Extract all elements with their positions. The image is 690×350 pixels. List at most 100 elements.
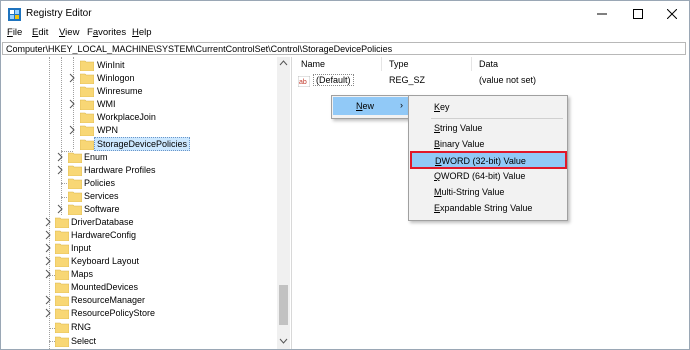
folder-icon [80,99,94,110]
scrollbar-thumb[interactable] [279,285,288,325]
column-divider[interactable] [471,57,472,71]
menu-file[interactable]: File [7,27,22,38]
folder-icon [80,112,94,123]
tree-item-wmi[interactable]: WMI [1,98,277,111]
tree-item-enum[interactable]: Enum [1,151,277,164]
tree-item-workplacejoin[interactable]: WorkplaceJoin [1,111,277,124]
chevron-right-icon[interactable] [68,125,76,135]
maximize-button[interactable] [621,1,655,27]
menu-help[interactable]: Help [132,27,152,38]
registry-editor-window: Registry Editor File Edit View Favorites… [0,0,690,350]
chevron-right-icon[interactable] [68,99,76,109]
value-type: REG_SZ [389,75,426,85]
folder-icon [80,125,94,136]
submenu-item-multi-string-value[interactable]: Multi-String Value [434,187,504,197]
address-bar[interactable]: Computer\HKEY_LOCAL_MACHINE\SYSTEM\Curre… [2,42,686,55]
value-name-default[interactable]: (Default) [313,74,354,86]
folder-icon [80,60,94,71]
menu-view[interactable]: View [59,27,79,38]
column-header-type[interactable]: Type [389,59,409,69]
context-menu: New › [331,95,411,119]
folder-icon [55,295,69,306]
close-icon [667,9,677,19]
folder-icon [55,217,69,228]
folder-icon [68,178,82,189]
tree-item-resourcepolicystore[interactable]: ResourcePolicyStore [1,307,277,320]
menu-bar: File Edit View Favorites Help [1,27,689,40]
string-value-icon: ab [298,76,310,87]
registry-tree: WinInit Winlogon Winresume WMI Workplace… [1,57,292,349]
tree-item-keyboard-layout[interactable]: Keyboard Layout [1,255,277,268]
folder-icon [68,204,82,215]
folder-icon [55,256,69,267]
chevron-right-icon[interactable] [44,308,52,318]
submenu-item-binary-value[interactable]: Binary Value [434,139,484,149]
submenu-item-string-value[interactable]: String Value [434,123,482,133]
tree-item-input[interactable]: Input [1,242,277,255]
submenu-item-qword-value[interactable]: QWORD (64-bit) Value [434,171,525,181]
folder-icon [55,243,69,254]
submenu-item-key[interactable]: Key [434,102,450,112]
title-bar: Registry Editor [1,1,689,27]
folder-icon [55,230,69,241]
tree-item-hardware-profiles[interactable]: Hardware Profiles [1,164,277,177]
tree-item-winlnit[interactable]: WinInit [1,59,277,72]
value-data: (value not set) [479,75,537,85]
registry-editor-app-icon [8,8,21,21]
tree-item-maps[interactable]: Maps [1,268,277,281]
tree-item-select[interactable]: Select [1,335,277,348]
window-title: Registry Editor [26,8,92,19]
chevron-right-icon[interactable] [56,165,64,175]
chevron-right-icon[interactable] [44,217,52,227]
chevron-right-icon[interactable] [44,230,52,240]
maximize-icon [633,9,643,19]
chevron-right-icon[interactable] [56,152,64,162]
tree-item-winresume[interactable]: Winresume [1,85,277,98]
submenu-arrow-icon: › [400,100,403,110]
dword-label: DWORD (32-bit) Value [435,156,526,166]
folder-icon [68,152,82,163]
column-header-data[interactable]: Data [479,59,498,69]
tree-item-software[interactable]: Software [1,203,277,216]
folder-icon [80,73,94,84]
folder-icon [68,191,82,202]
tree-item-policies[interactable]: Policies [1,177,277,190]
menu-separator [431,118,563,119]
minimize-icon [597,13,607,15]
minimize-button[interactable] [585,1,619,27]
column-header-name[interactable]: Name [301,59,325,69]
chevron-right-icon[interactable] [44,295,52,305]
chevron-right-icon[interactable] [56,204,64,214]
tree-item-mounteddevices[interactable]: MountedDevices [1,281,277,294]
tree-item-wpn[interactable]: WPN [1,124,277,137]
column-divider[interactable] [381,57,382,71]
close-button[interactable] [655,1,689,27]
svg-text:ab: ab [299,79,307,86]
folder-icon [55,269,69,280]
folder-icon [80,86,94,97]
tree-item-storagedevicepolicies[interactable]: StorageDevicePolicies [1,137,277,151]
scroll-down-icon[interactable] [279,337,288,345]
menu-edit[interactable]: Edit [32,27,48,38]
submenu-item-expandable-string-value[interactable]: Expandable String Value [434,203,532,213]
tree-scrollbar[interactable] [277,57,290,349]
tree-item-services[interactable]: Services [1,190,277,203]
tree-item-resourcemanager[interactable]: ResourceManager [1,294,277,307]
chevron-right-icon[interactable] [44,243,52,253]
menu-favorites[interactable]: Favorites [87,27,126,38]
scroll-up-icon[interactable] [279,59,288,67]
submenu-item-dword-value[interactable]: DWORD (32-bit) Value [410,151,567,169]
folder-icon [55,282,69,293]
chevron-right-icon[interactable] [68,73,76,83]
menu-item-new[interactable]: New [356,101,374,111]
chevron-right-icon[interactable] [44,256,52,266]
tree-item-driverdatabase[interactable]: DriverDatabase [1,216,277,229]
chevron-right-icon[interactable] [44,269,52,279]
folder-icon [68,165,82,176]
tree-item-winlogon[interactable]: Winlogon [1,72,277,85]
selected-key-label: StorageDevicePolicies [94,137,191,151]
tree-item-rng[interactable]: RNG [1,321,277,334]
folder-icon [80,139,94,150]
tree-item-hardwareconfig[interactable]: HardwareConfig [1,229,277,242]
folder-icon [55,308,69,319]
